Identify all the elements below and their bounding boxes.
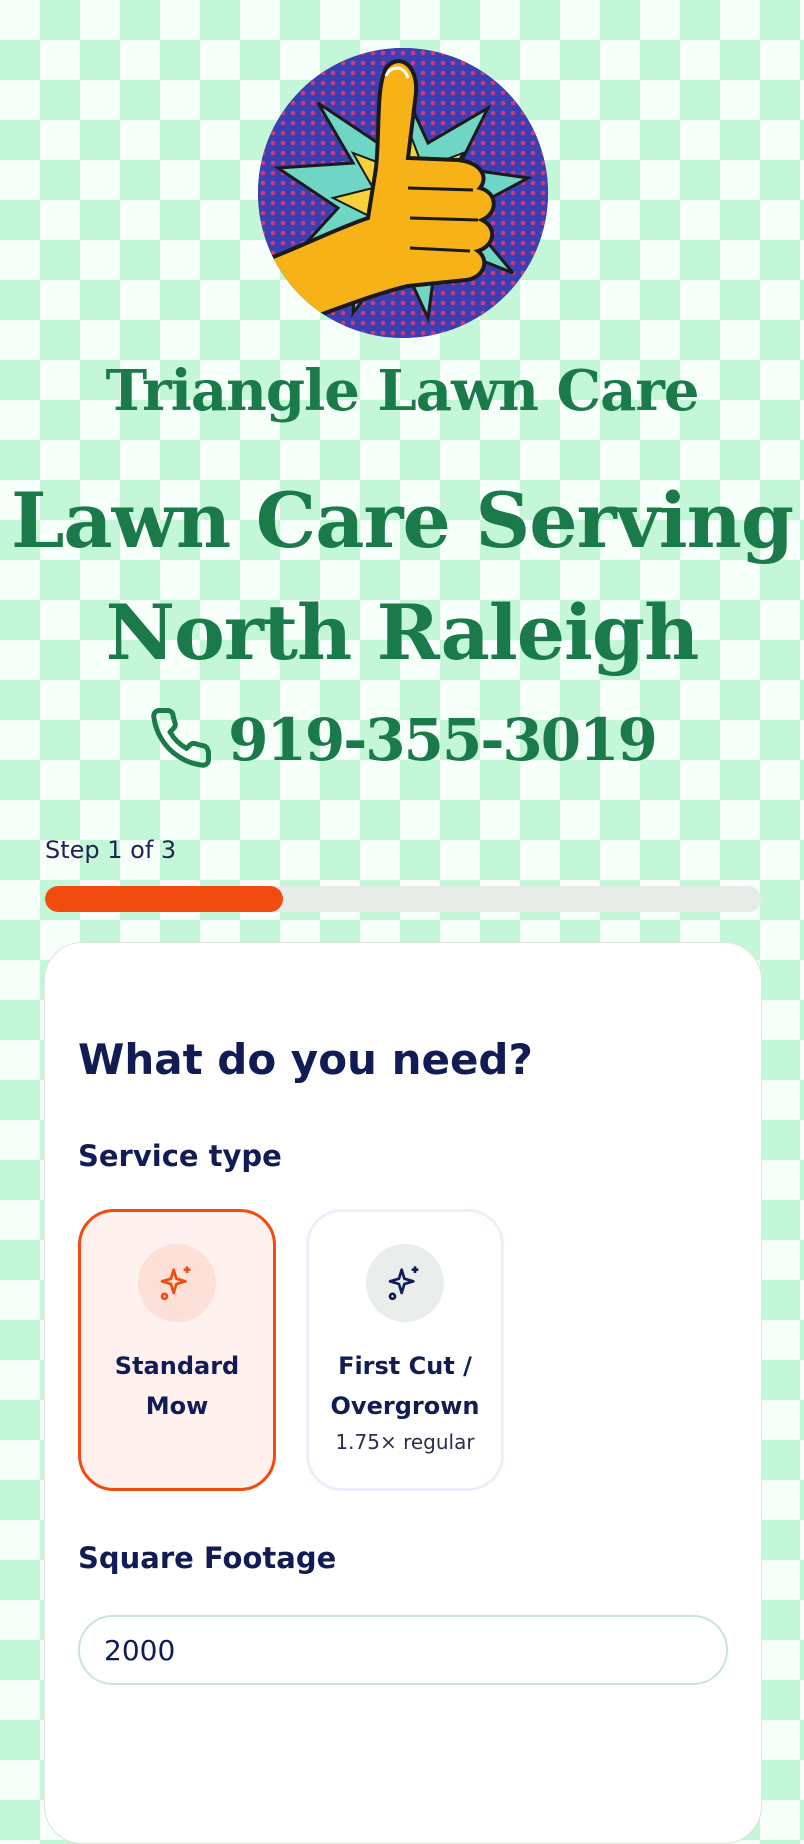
option-standard-mow[interactable]: Standard Mow (78, 1209, 276, 1491)
option-sublabel: 1.75× regular (335, 1430, 475, 1454)
progress-bar (45, 886, 761, 912)
sparkles-icon (366, 1244, 444, 1322)
option-label: Standard Mow (114, 1352, 240, 1420)
headline-line-2: North Raleigh (105, 588, 700, 677)
page-headline: Lawn Care Serving North Raleigh (0, 465, 804, 689)
progress-fill (45, 886, 284, 912)
phone-link[interactable]: 919-355-3019 (0, 705, 804, 775)
step-indicator: Step 1 of 3 (45, 836, 177, 864)
form-title: What do you need? (78, 1035, 533, 1084)
option-label: First Cut / Overgrown (330, 1352, 480, 1420)
form-card: What do you need? Service type Standard … (44, 942, 762, 1844)
square-footage-input[interactable] (78, 1615, 728, 1685)
phone-icon (148, 705, 214, 775)
headline-line-1: Lawn Care Serving (10, 476, 794, 565)
brand-name: Triangle Lawn Care (105, 358, 700, 424)
service-type-label: Service type (78, 1139, 282, 1173)
sparkles-icon (138, 1244, 216, 1322)
option-first-cut[interactable]: First Cut / Overgrown 1.75× regular (306, 1209, 504, 1491)
thumbs-up-logo (258, 48, 548, 338)
phone-number: 919-355-3019 (228, 706, 658, 774)
square-footage-label: Square Footage (78, 1541, 337, 1575)
